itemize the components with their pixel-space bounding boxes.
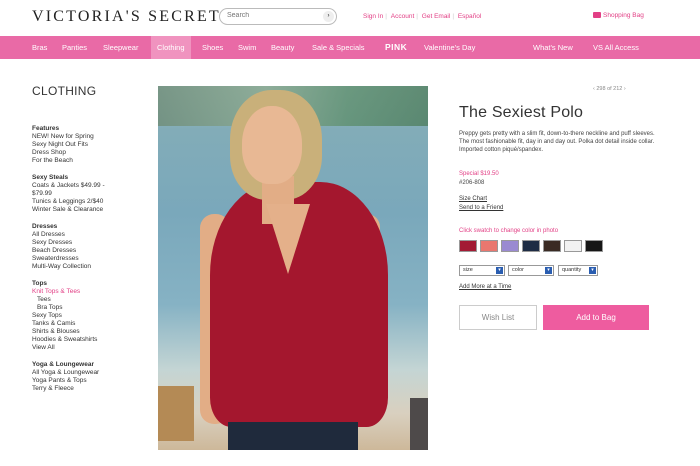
search-input[interactable] [227, 12, 317, 19]
sidebar-heading-tops: Tops [32, 280, 48, 287]
swatch-hint: Click swatch to change color in photo [459, 228, 559, 234]
color-swatch[interactable] [480, 240, 498, 252]
account-link[interactable]: Account [390, 13, 416, 20]
sidebar-link[interactable]: Shirts & Blouses [32, 328, 152, 336]
sidebar-link[interactable]: Sexy Dresses [32, 239, 152, 247]
sidebar-link[interactable]: Coats & Jackets $49.99 - [32, 182, 152, 190]
chevron-down-icon: ▾ [496, 267, 503, 274]
product-photo[interactable] [158, 86, 428, 450]
sidebar-link[interactable]: Winter Sale & Clearance [32, 206, 152, 214]
sidebar-link[interactable]: Multi-Way Collection [32, 263, 152, 271]
nav-bras[interactable]: Bras [32, 43, 47, 52]
brand-logo[interactable]: VICTORIA'S SECRET [32, 8, 221, 26]
product-title: The Sexiest Polo [459, 104, 584, 121]
sidebar-link-active[interactable]: Knit Tops & Tees [32, 288, 152, 296]
color-swatch[interactable] [501, 240, 519, 252]
add-more-link[interactable]: Add More at a Time [459, 284, 511, 290]
category-sidebar: CLOTHING Features NEW! New for Spring Se… [32, 84, 152, 393]
sidebar-link[interactable]: Dress Shop [32, 149, 152, 157]
quantity-select[interactable]: quantity ▾ [558, 265, 598, 276]
site-header: VICTORIA'S SECRET › Sign In| Account| Ge… [0, 0, 700, 34]
product-pager[interactable]: ‹ 298 of 212 › [593, 86, 626, 92]
color-select[interactable]: color ▾ [508, 265, 554, 276]
sign-in-link[interactable]: Sign In [362, 13, 384, 20]
nav-clothing[interactable]: Clothing [151, 36, 191, 59]
search-go-icon[interactable]: › [323, 11, 334, 22]
sidebar-link[interactable]: Tees [32, 296, 152, 304]
bag-icon [593, 12, 601, 18]
nav-sale-specials[interactable]: Sale & Specials [312, 43, 365, 52]
sidebar-link[interactable]: All Dresses [32, 231, 152, 239]
espanol-link[interactable]: Español [457, 13, 483, 20]
sidebar-link[interactable]: Bra Tops [32, 304, 152, 312]
sidebar-link[interactable]: Terry & Fleece [32, 385, 152, 393]
sidebar-heading-dresses: Dresses [32, 223, 58, 230]
model-face [242, 106, 302, 184]
main-nav: Bras Panties Sleepwear Clothing Shoes Sw… [0, 36, 700, 59]
sidebar-link[interactable]: NEW! New for Spring [32, 133, 152, 141]
sidebar-link[interactable]: View All [32, 344, 152, 352]
size-select[interactable]: size ▾ [459, 265, 505, 276]
product-description: Preppy gets pretty with a slim fit, down… [459, 131, 655, 153]
sidebar-heading-features: Features [32, 125, 60, 132]
nav-vs-all-access[interactable]: VS All Access [593, 43, 639, 52]
color-swatch[interactable] [522, 240, 540, 252]
sidebar-link[interactable]: Sweaterdresses [32, 255, 152, 263]
color-swatch[interactable] [585, 240, 603, 252]
sidebar-link[interactable]: Sexy Tops [32, 312, 152, 320]
add-to-bag-button[interactable]: Add to Bag [543, 305, 649, 330]
nav-pink[interactable]: PINK [385, 42, 407, 52]
search-box[interactable]: › [219, 8, 337, 25]
sidebar-link[interactable]: Tanks & Camis [32, 320, 152, 328]
sidebar-heading-yoga: Yoga & Loungewear [32, 361, 94, 368]
nav-whats-new[interactable]: What's New [533, 43, 573, 52]
sidebar-link[interactable]: Tunics & Leggings 2/$40 [32, 198, 152, 206]
product-sku: #206-808 [459, 180, 485, 186]
chevron-down-icon: ▾ [589, 267, 596, 274]
color-swatch[interactable] [459, 240, 477, 252]
color-swatch[interactable] [564, 240, 582, 252]
sidebar-link[interactable]: For the Beach [32, 157, 152, 165]
sidebar-title: CLOTHING [32, 84, 97, 98]
sidebar-heading-sexy-steals: Sexy Steals [32, 174, 69, 181]
nav-shoes[interactable]: Shoes [202, 43, 223, 52]
wish-list-button[interactable]: Wish List [459, 305, 537, 330]
get-email-link[interactable]: Get Email [421, 13, 452, 20]
nav-swim[interactable]: Swim [238, 43, 256, 52]
send-to-friend-link[interactable]: Send to a Friend [459, 205, 503, 211]
shopping-bag-link[interactable]: Shopping Bag [593, 12, 644, 19]
utility-links: Sign In | Account | Get Email | Español [362, 13, 483, 20]
nav-beauty[interactable]: Beauty [271, 43, 294, 52]
sidebar-link[interactable]: Yoga Pants & Tops [32, 377, 152, 385]
sidebar-link[interactable]: Hoodies & Sweatshirts [32, 336, 152, 344]
nav-valentines-day[interactable]: Valentine's Day [424, 43, 475, 52]
sidebar-link[interactable]: Sexy Night Out Fits [32, 141, 152, 149]
nav-sleepwear[interactable]: Sleepwear [103, 43, 138, 52]
sidebar-link[interactable]: All Yoga & Loungewear [32, 369, 152, 377]
color-swatch[interactable] [543, 240, 561, 252]
size-chart-link[interactable]: Size Chart [459, 196, 487, 202]
chevron-down-icon: ▾ [545, 267, 552, 274]
nav-panties[interactable]: Panties [62, 43, 87, 52]
sidebar-link[interactable]: Beach Dresses [32, 247, 152, 255]
product-price: Special $19.50 [459, 171, 499, 177]
sidebar-link[interactable]: $79.99 [32, 190, 152, 198]
